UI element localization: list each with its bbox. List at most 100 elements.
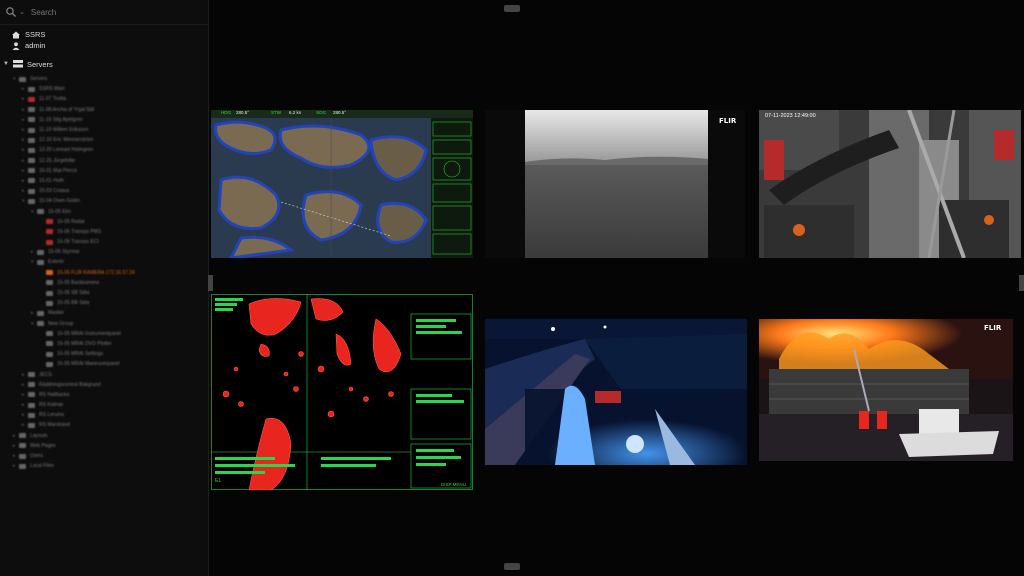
tree-node-label: 15-05 SB Sida bbox=[57, 290, 90, 297]
tree-node[interactable]: ▸ 15-01 Hoth bbox=[0, 176, 208, 186]
node-icon bbox=[28, 137, 35, 143]
tree-node[interactable]: 15-05 MRAI Settings bbox=[0, 349, 208, 359]
tree-node[interactable]: ▸ 11-15 Stig Apelgren bbox=[0, 115, 208, 125]
tree-node-label: Local Files bbox=[30, 463, 54, 470]
site-row[interactable]: SSRS bbox=[12, 29, 208, 40]
tree-node-label: Web Pages bbox=[30, 442, 56, 449]
tree-node-label: RS Marstrand bbox=[39, 422, 70, 429]
tree-node[interactable]: ▸ Maskin bbox=[0, 308, 208, 318]
search-icon bbox=[6, 7, 16, 17]
tree-node[interactable]: ▸ 12-16 Eric Wennerström bbox=[0, 135, 208, 145]
tree-node[interactable]: ▸ 11-07 Tostta bbox=[0, 94, 208, 104]
tree-node[interactable]: ▾ Servers bbox=[0, 74, 208, 84]
camera-timestamp: 07-11-2023 12:49:00 bbox=[765, 113, 816, 119]
tree-node[interactable]: 15-05 Transas PMS bbox=[0, 227, 208, 237]
flir-logo: FLIR bbox=[719, 117, 737, 125]
node-icon bbox=[46, 219, 53, 225]
hdg-value: 280.5° bbox=[236, 110, 250, 115]
video-tile-harbor[interactable] bbox=[485, 319, 747, 465]
tree-node[interactable]: ▸ 15-03 Corpus bbox=[0, 186, 208, 196]
tree-node[interactable]: ▸ Local Files bbox=[0, 461, 208, 471]
user-row[interactable]: admin bbox=[12, 40, 208, 51]
node-icon bbox=[28, 96, 35, 102]
tree-node[interactable]: ▾ 15-05 Ekn bbox=[0, 206, 208, 216]
user-name: admin bbox=[25, 41, 46, 50]
tree-node[interactable]: 15-05 Backkamera bbox=[0, 278, 208, 288]
tree-node-label: 15-03 Corpus bbox=[39, 188, 70, 195]
node-icon bbox=[28, 117, 35, 123]
tree-node[interactable]: ▾ Exterör bbox=[0, 257, 208, 267]
tree-node-label: New Group bbox=[48, 320, 74, 327]
video-tile-engine-room[interactable]: 07-11-2023 12:49:00 bbox=[759, 110, 1021, 258]
tree-node[interactable]: ▸ 15-01 Mat Pierce bbox=[0, 166, 208, 176]
chevron-down-icon[interactable]: ▼ bbox=[3, 61, 9, 67]
search-bar[interactable]: ⌄ Search bbox=[0, 0, 208, 25]
tree-node[interactable]: ▸ 11-08 Ancha of Yrgal fjäll bbox=[0, 105, 208, 115]
tree-node-label: RS Hallbacka bbox=[39, 391, 70, 398]
node-icon bbox=[46, 341, 53, 347]
tree-node-label: 12-20 Lennart Holmgren bbox=[39, 147, 94, 154]
video-tile-fire[interactable]: FLIR bbox=[759, 319, 1013, 461]
tree-node[interactable]: ▸ 11-19 Willem Eriksson bbox=[0, 125, 208, 135]
tree-node[interactable]: 15-05 MRAI Instrumentpanel bbox=[0, 329, 208, 339]
tree-node-label: 15-05 MRAI Instrumentpanel bbox=[57, 330, 121, 337]
tree-node[interactable]: ▸ RS Marstrand bbox=[0, 420, 208, 430]
node-icon bbox=[46, 229, 53, 235]
node-icon bbox=[19, 463, 26, 469]
node-icon bbox=[28, 188, 35, 194]
node-icon bbox=[37, 209, 44, 215]
node-icon bbox=[37, 310, 44, 316]
servers-node[interactable]: ▼ Servers bbox=[0, 57, 208, 71]
tree-node[interactable]: ▾ 15-04 Osen Godin bbox=[0, 196, 208, 206]
tree-node-label: Räddningscentral Bakgrund bbox=[39, 381, 101, 388]
ecdis-chart bbox=[211, 110, 473, 258]
tree-node[interactable]: ▾ New Group bbox=[0, 319, 208, 329]
right-panel-toggle[interactable] bbox=[1019, 275, 1024, 291]
engine-room-feed bbox=[759, 110, 1021, 258]
tree-node[interactable]: ▸ 12-20 Lennart Holmgren bbox=[0, 145, 208, 155]
tree-node[interactable]: 15-05 SB Sida bbox=[0, 288, 208, 298]
tree-node-label: 12-16 Eric Wennerström bbox=[39, 137, 94, 144]
tree-node[interactable]: ▸ Räddningscentral Bakgrund bbox=[0, 380, 208, 390]
radar-disp-menu[interactable]: DISP MENU bbox=[441, 482, 466, 487]
search-input[interactable]: Search bbox=[31, 8, 56, 17]
tree-node[interactable]: ▸ 15-05 Styrmar bbox=[0, 247, 208, 257]
bottom-panel-toggle[interactable] bbox=[504, 563, 520, 570]
tree-node[interactable]: ▸ Users bbox=[0, 451, 208, 461]
tree-node[interactable]: 15-05 Transas ECI bbox=[0, 237, 208, 247]
video-tile-radar[interactable]: E1 DISP MENU bbox=[211, 294, 473, 490]
tree-node[interactable]: 15-05 MRAI Maneuverpanel bbox=[0, 359, 208, 369]
left-panel-toggle[interactable] bbox=[208, 275, 213, 291]
node-icon bbox=[28, 86, 35, 92]
node-icon bbox=[28, 402, 35, 408]
stw-label: STW bbox=[271, 110, 281, 115]
node-icon bbox=[37, 259, 44, 265]
node-icon bbox=[28, 168, 35, 174]
node-icon bbox=[46, 351, 53, 357]
node-icon bbox=[19, 433, 26, 439]
search-options-icon[interactable]: ⌄ bbox=[19, 8, 25, 16]
tree-node[interactable]: ▸ 12-25 Jürgebitte bbox=[0, 156, 208, 166]
tree-node[interactable]: ▸ JECS bbox=[0, 369, 208, 379]
tree-node-label: Maskin bbox=[48, 310, 64, 317]
tree-node[interactable]: 15-05 FLIR KAMERA 172.16.57.24 bbox=[0, 268, 208, 278]
tree-node[interactable]: 15-05 BB Sida bbox=[0, 298, 208, 308]
tree-node[interactable]: ▸ Web Pages bbox=[0, 441, 208, 451]
tree-node[interactable]: ▸ RS Lerums bbox=[0, 410, 208, 420]
tree-node-label: 11-07 Tostta bbox=[39, 96, 67, 103]
tree-node-label: 15-05 MRAI DVO Plotter bbox=[57, 340, 112, 347]
tree-node[interactable]: 15-05 Radar bbox=[0, 217, 208, 227]
tree-node[interactable]: ▸ RS Hallbacka bbox=[0, 390, 208, 400]
node-icon bbox=[28, 198, 35, 204]
tree-node[interactable]: 15-05 MRAI DVO Plotter bbox=[0, 339, 208, 349]
tree-node[interactable]: ▸ RS Kalmar bbox=[0, 400, 208, 410]
top-panel-toggle[interactable] bbox=[504, 5, 520, 12]
resource-tree-panel: ⌄ Search SSRS admin ▼ Servers ▾ Servers ▸ S… bbox=[0, 0, 209, 576]
tree-node[interactable]: ▸ SSRS Main bbox=[0, 84, 208, 94]
video-tile-thermal[interactable]: FLIR bbox=[485, 110, 745, 258]
tree-node-label: 11-19 Willem Eriksson bbox=[39, 127, 89, 134]
video-tile-ecdis[interactable]: HDG 280.5° STW 6.2 kn SOG 280.5° bbox=[211, 110, 473, 258]
tree-node[interactable]: ▸ Layouts bbox=[0, 431, 208, 441]
tree-node-label: 11-08 Ancha of Yrgal fjäll bbox=[39, 106, 95, 113]
tree-node-label: 15-05 MRAI Settings bbox=[57, 351, 104, 358]
